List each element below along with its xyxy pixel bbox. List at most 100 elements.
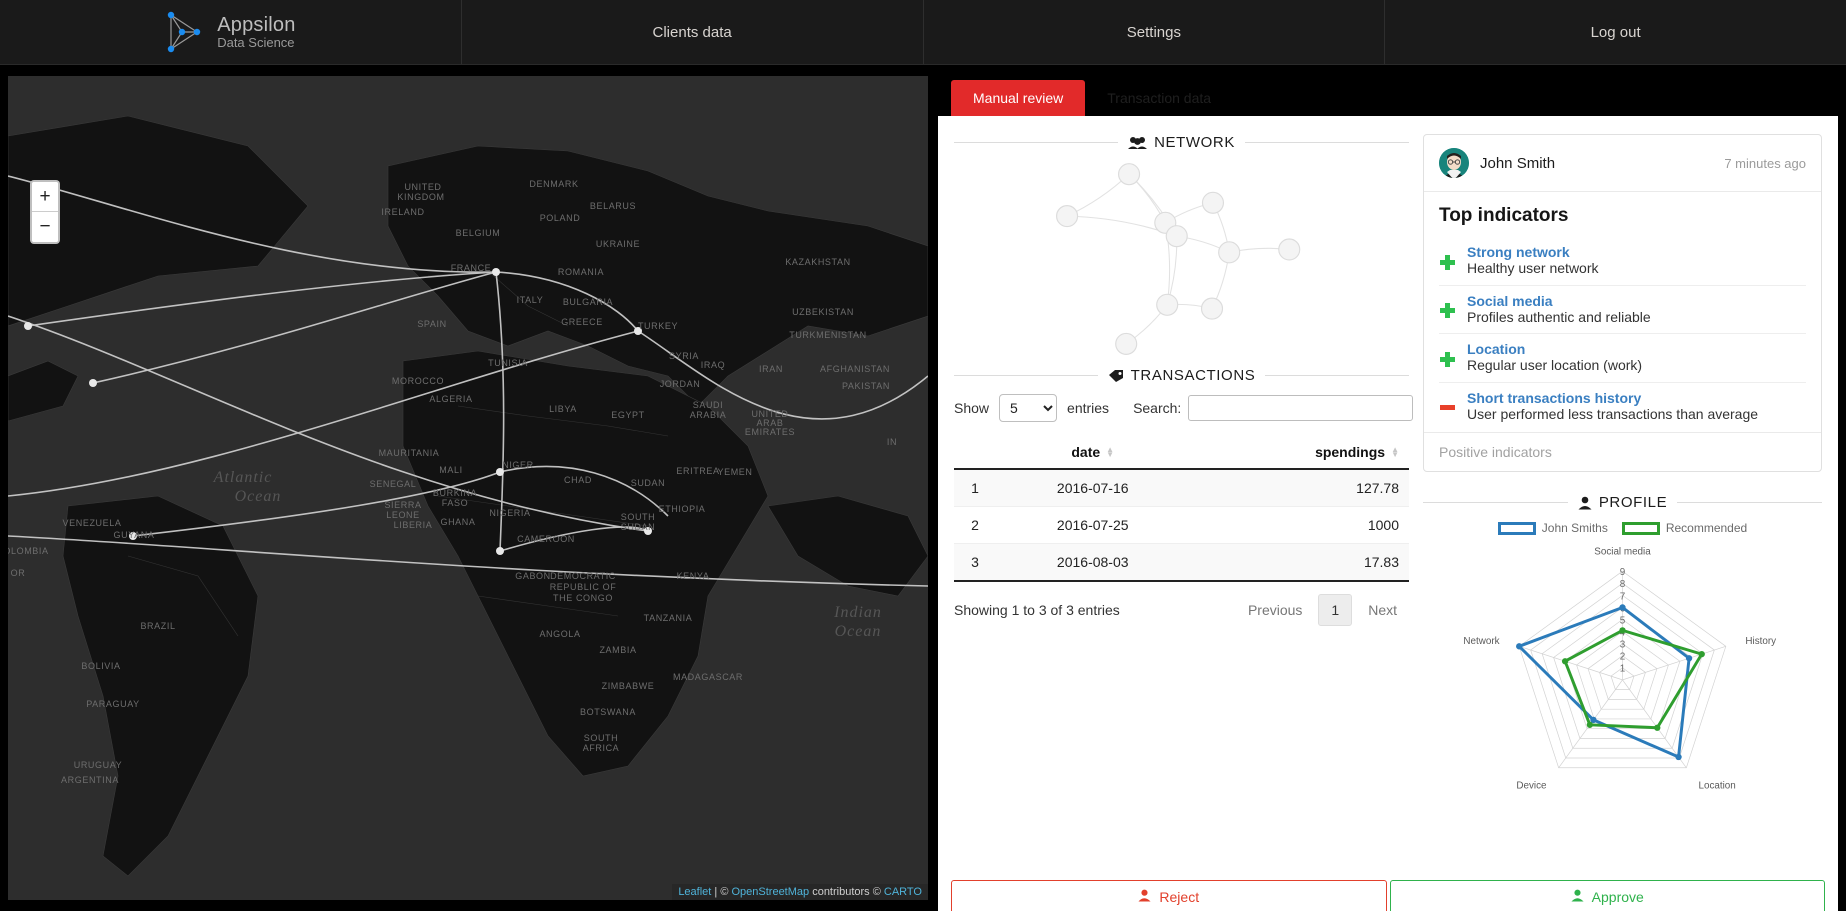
decision-actions: Reject Approve	[951, 880, 1825, 911]
network-node[interactable]	[1115, 332, 1138, 355]
legend-label-user: John Smiths	[1541, 521, 1608, 535]
approve-label: Approve	[1591, 889, 1644, 905]
map-label: PARAGUAY	[86, 699, 139, 709]
radar-data-point[interactable]	[1619, 604, 1626, 611]
search-input[interactable]	[1188, 395, 1414, 421]
map-label: ROMANIA	[558, 267, 604, 277]
map-label: SYRIA	[669, 351, 699, 361]
radar-axis-label: History	[1745, 636, 1776, 647]
radar-data-point[interactable]	[1586, 721, 1594, 728]
cell-index: 2	[954, 506, 996, 544]
map-label: NIGERIA	[489, 508, 530, 518]
approve-button[interactable]: Approve	[1389, 880, 1825, 911]
indicator-value: Profiles authentic and reliable	[1467, 308, 1651, 325]
map-label: FASO	[442, 498, 468, 508]
map-label: IRAQ	[701, 360, 725, 370]
map-label: SOUTH	[621, 512, 656, 522]
legend-item-user[interactable]: John Smiths	[1497, 521, 1608, 535]
table-row[interactable]: 3 2016-08-03 17.83	[954, 543, 1409, 582]
indicator-text: Strong network Healthy user network	[1467, 244, 1599, 278]
brand-logo-link[interactable]: Appsilon Data Science	[0, 0, 462, 64]
legend-swatch-recommended	[1621, 521, 1660, 535]
attrib-sep-1: | ©	[711, 886, 732, 898]
table-body: 1 2016-07-16 127.78 2 2016-07-25 1000 3 2016-08…	[954, 469, 1409, 582]
openstreetmap-link[interactable]: OpenStreetMap	[731, 886, 809, 898]
nav-item-settings[interactable]: Settings	[924, 0, 1386, 64]
map-label: ITALY	[517, 295, 544, 305]
network-node[interactable]	[1218, 241, 1241, 264]
radar-data-point[interactable]	[1561, 658, 1569, 665]
network-edges	[1066, 173, 1290, 345]
map-label: NIGER	[502, 460, 534, 470]
radar-data-point[interactable]	[1675, 753, 1682, 761]
map-label: MALI	[439, 465, 462, 475]
map-label: CAMEROON	[517, 534, 575, 544]
minus-icon	[1439, 390, 1456, 424]
table-row[interactable]: 2 2016-07-25 1000	[954, 506, 1409, 544]
col-index	[954, 436, 996, 470]
tab-manual-review[interactable]: Manual review	[951, 80, 1086, 116]
nav-item-log-out[interactable]: Log out	[1385, 0, 1846, 64]
map-zoom-controls[interactable]: + −	[30, 180, 60, 244]
radar-data-point[interactable]	[1619, 627, 1626, 634]
world-map[interactable]: UNITED KINGDOM IRELAND DENMARK BELARUS POLAND…	[8, 76, 928, 900]
col-spendings[interactable]: spendings ▲ ▼	[1189, 436, 1409, 470]
datatable-footer: Showing 1 to 3 of 3 entries Previous 1 N…	[954, 594, 1409, 626]
network-node[interactable]	[1056, 205, 1079, 228]
col-date[interactable]: date ▲ ▼	[996, 436, 1190, 470]
map-label: POLAND	[540, 213, 581, 223]
radar-data-point[interactable]	[1516, 643, 1523, 650]
network-node[interactable]	[1200, 297, 1224, 320]
network-graph[interactable]	[954, 157, 1409, 362]
table-info: Showing 1 to 3 of 3 entries	[954, 602, 1120, 618]
leaflet-link[interactable]: Leaflet	[678, 886, 711, 898]
map-label: VENEZUELA	[63, 518, 122, 528]
plus-icon	[1439, 244, 1456, 278]
map-label: GHANA	[440, 517, 475, 527]
map-label: PAKISTAN	[842, 381, 890, 391]
zoom-out-button[interactable]: −	[32, 212, 58, 242]
pagination-next[interactable]: Next	[1356, 595, 1409, 625]
legend-label-recommended: Recommended	[1665, 521, 1748, 535]
radar-data-point[interactable]	[1654, 724, 1661, 731]
network-node[interactable]	[1156, 293, 1179, 316]
col-date-label: date	[1071, 444, 1101, 460]
radar-data-point[interactable]	[1685, 655, 1693, 662]
table-row[interactable]: 1 2016-07-16 127.78	[954, 469, 1409, 507]
network-node[interactable]	[1117, 163, 1141, 186]
cell-spendings: 17.83	[1189, 543, 1409, 582]
legend-item-recommended[interactable]: Recommended	[1621, 521, 1748, 535]
pagination-previous[interactable]: Previous	[1236, 595, 1314, 625]
indicators-header: John Smith 7 minutes ago	[1424, 135, 1821, 192]
zoom-in-button[interactable]: +	[32, 182, 58, 212]
map-label: SUDAN	[631, 478, 666, 488]
legend-swatch-user	[1497, 521, 1536, 535]
tab-transaction-data[interactable]: Transaction data	[1085, 80, 1233, 116]
attrib-sep-2: contributors ©	[809, 886, 884, 898]
nav-item-clients-data[interactable]: Clients data	[462, 0, 924, 64]
entries-per-page-select[interactable]: 5102550100	[999, 394, 1058, 422]
map-label: AFGHANISTAN	[820, 364, 890, 374]
indicators-list: Strong network Healthy user network Social…	[1439, 237, 1806, 430]
carto-link[interactable]: CARTO	[884, 886, 922, 898]
reject-button[interactable]: Reject	[951, 880, 1387, 911]
network-node[interactable]	[1278, 238, 1301, 261]
network-node[interactable]	[1201, 191, 1225, 214]
user-name: John Smith	[1480, 154, 1556, 172]
network-node[interactable]	[1165, 225, 1188, 248]
map-label: IN	[887, 437, 897, 447]
col-spendings-label: spendings	[1315, 444, 1386, 460]
indicator-text: Location Regular user location (work)	[1467, 341, 1642, 375]
pagination-page-1[interactable]: 1	[1318, 594, 1353, 626]
network-edge	[1066, 173, 1130, 217]
profile-radar-chart[interactable]: 123456789 Social media History Location Dev…	[1423, 535, 1822, 805]
map-label: LIBERIA	[394, 520, 433, 530]
map-label: TUNISIA	[488, 358, 528, 368]
profile-section: PROFILE John Smiths Recommended 1 2 3 5 …	[1423, 494, 1823, 805]
map-label: EMIRATES	[745, 427, 795, 437]
sort-icon[interactable]: ▲ ▼	[1106, 446, 1114, 459]
map-label: DEMOCRATIC	[550, 571, 616, 581]
radar-data-point[interactable]	[1698, 650, 1705, 658]
sort-icon[interactable]: ▲ ▼	[1391, 446, 1399, 459]
avatar	[1439, 148, 1469, 178]
